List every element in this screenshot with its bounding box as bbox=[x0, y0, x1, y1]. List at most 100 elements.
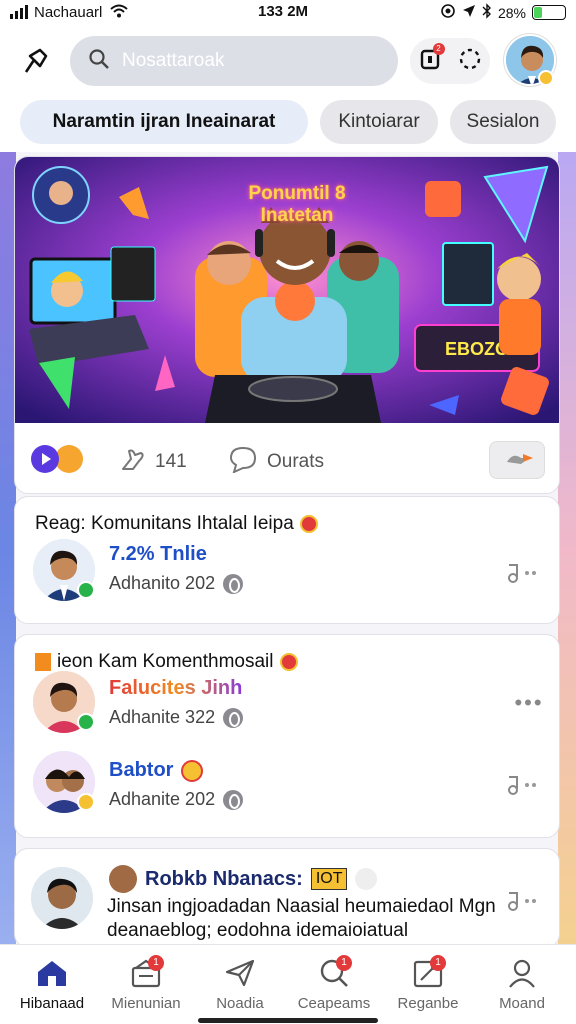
comment-button[interactable]: Ourats bbox=[229, 445, 324, 479]
status-bar: Nachauarl 133 2M 28% bbox=[0, 0, 576, 24]
nav-messages[interactable]: Noadia bbox=[192, 955, 288, 1012]
status-right-group: 28% bbox=[440, 3, 566, 22]
entry-timestamp: Adhanite 322 bbox=[109, 707, 216, 727]
post-meta: Adhanito 202 bbox=[109, 573, 244, 594]
status-icon bbox=[77, 793, 95, 811]
nav-profile-label: Moand bbox=[499, 995, 545, 1012]
profile-icon bbox=[502, 955, 542, 991]
search-icon bbox=[88, 48, 110, 75]
header-actions: 2 bbox=[410, 38, 490, 84]
post-options-button[interactable] bbox=[501, 563, 541, 587]
location-icon bbox=[462, 4, 476, 21]
entry-author-name[interactable]: Babtor bbox=[109, 759, 204, 782]
battery-percent: 28% bbox=[497, 4, 526, 21]
notification-button[interactable]: 2 bbox=[419, 42, 445, 76]
nav-home[interactable]: Hibanaad bbox=[4, 955, 100, 1012]
loading-button[interactable] bbox=[458, 47, 482, 76]
music-note-icon bbox=[503, 889, 539, 918]
group-discussion-card[interactable]: ieon Kam Komenthmosail Falucites Jinh Ad… bbox=[14, 634, 560, 838]
bag-icon: 1 bbox=[126, 955, 166, 991]
nav-gallery[interactable]: 1 Reganbe bbox=[380, 955, 476, 1012]
like-count: 141 bbox=[155, 451, 187, 472]
nav-gallery-label: Reganbe bbox=[397, 995, 459, 1012]
nav-bag-badge: 1 bbox=[148, 955, 164, 971]
nav-search[interactable]: 1 Ceapeams bbox=[286, 955, 382, 1012]
like-icon bbox=[119, 445, 147, 479]
featured-banner-image: EBOZO Ponumtil 8 Inatetan bbox=[15, 157, 559, 423]
music-note-icon bbox=[503, 561, 539, 590]
like-button[interactable]: 141 bbox=[119, 445, 187, 479]
post-options-button[interactable] bbox=[501, 891, 541, 915]
paper-plane-icon bbox=[220, 955, 260, 991]
group-title-text: ieon Kam Komenthmosail bbox=[57, 651, 274, 672]
achievement-badge-icon bbox=[181, 759, 204, 782]
share-icon bbox=[499, 448, 535, 473]
filter-chip-bar: Naramtin ijran Ineainarat Kintoiarar Ses… bbox=[0, 100, 576, 152]
text-post-card[interactable]: Robkb Nbanacs: IOT Jinsan ingjoadadan Na… bbox=[14, 848, 560, 948]
entry-timestamp: Adhanite 202 bbox=[109, 789, 216, 809]
music-note-icon bbox=[503, 773, 539, 802]
entry-options-button[interactable]: ••• bbox=[509, 691, 549, 715]
public-audience-icon bbox=[223, 573, 244, 594]
carrier-name: Nachauarl bbox=[34, 3, 103, 21]
banner-title: Ponumtil 8 Inatetan bbox=[227, 183, 367, 227]
group-post-card[interactable]: Reag: Komunitans Ihtalal Ieipa 7.2% Tnli… bbox=[14, 496, 560, 624]
author-name[interactable]: Robkb Nbanacs: bbox=[145, 868, 303, 891]
search-input[interactable] bbox=[122, 50, 362, 72]
more-options-icon: ••• bbox=[514, 690, 544, 715]
entry-meta: Adhanite 202 bbox=[109, 789, 244, 810]
group-flag-icon bbox=[35, 653, 51, 671]
battery-icon bbox=[532, 5, 566, 20]
right-gradient-edge bbox=[558, 150, 576, 950]
comment-icon bbox=[229, 445, 257, 479]
public-audience-icon bbox=[223, 707, 244, 728]
author-avatar[interactable] bbox=[31, 867, 93, 929]
nav-bag-label: Mienunian bbox=[111, 995, 181, 1012]
group-title: ieon Kam Komenthmosail bbox=[35, 651, 298, 673]
gallery-icon: 1 bbox=[408, 955, 448, 991]
featured-post-card[interactable]: EBOZO Ponumtil 8 Inatetan 141 Ourats bbox=[14, 156, 560, 494]
chip-tertiary[interactable]: Sesialon bbox=[450, 100, 556, 144]
verified-badge-icon bbox=[299, 515, 318, 533]
nav-search-label: Ceapeams bbox=[297, 995, 371, 1012]
entry-author-text: Babtor bbox=[109, 759, 174, 781]
featured-action-row: 141 Ourats bbox=[15, 423, 559, 493]
signal-icon bbox=[10, 5, 28, 19]
app-logo-icon bbox=[20, 46, 50, 81]
post-timestamp: Adhanito 202 bbox=[109, 573, 216, 593]
verified-badge-icon bbox=[279, 653, 298, 671]
entry-author-name[interactable]: Falucites Jinh bbox=[109, 677, 242, 700]
reaction-icon bbox=[355, 868, 378, 890]
author-mini-avatar bbox=[109, 865, 137, 893]
status-time: 133 2M bbox=[258, 3, 309, 20]
group-title-text: Reag: Komunitans Ihtalal Ieipa bbox=[35, 513, 294, 534]
nav-search-badge: 1 bbox=[336, 955, 352, 971]
post-body-text: Jinsan ingjoadadan Naasial heumaiedaol M… bbox=[107, 896, 496, 941]
nav-messages-label: Noadia bbox=[216, 995, 264, 1012]
comment-label: Ourats bbox=[267, 451, 325, 472]
share-button[interactable] bbox=[489, 441, 545, 479]
online-status-icon bbox=[77, 581, 95, 599]
home-indicator[interactable] bbox=[198, 1018, 378, 1023]
home-icon bbox=[32, 955, 72, 991]
entry-options-button[interactable] bbox=[501, 775, 541, 799]
bluetooth-icon bbox=[482, 3, 492, 22]
entry-meta: Adhanite 322 bbox=[109, 707, 244, 728]
profile-status-badge bbox=[538, 70, 554, 86]
bottom-navigation: Hibanaad 1 Mienunian Noadia 1 Ceapeams 1… bbox=[0, 944, 576, 1024]
search-bar[interactable] bbox=[70, 36, 398, 86]
author-name[interactable]: 7.2% Tnlie bbox=[109, 543, 207, 566]
reaction-icons bbox=[31, 445, 83, 473]
loading-icon bbox=[458, 48, 482, 75]
chip-community[interactable]: Naramtin ijran Ineainarat bbox=[20, 100, 308, 144]
banner-title-line2: Inatetan bbox=[260, 205, 334, 226]
app-logo-button[interactable] bbox=[16, 44, 54, 82]
notification-icon bbox=[419, 49, 441, 75]
chip-secondary[interactable]: Kintoiarar bbox=[320, 100, 438, 144]
nav-profile[interactable]: Moand bbox=[474, 955, 570, 1012]
nav-bag[interactable]: 1 Mienunian bbox=[98, 955, 194, 1012]
post-header: Robkb Nbanacs: IOT bbox=[109, 865, 378, 893]
banner-title-line1: Ponumtil 8 bbox=[248, 183, 346, 204]
wifi-icon bbox=[110, 4, 129, 21]
screen-record-icon bbox=[440, 3, 456, 22]
